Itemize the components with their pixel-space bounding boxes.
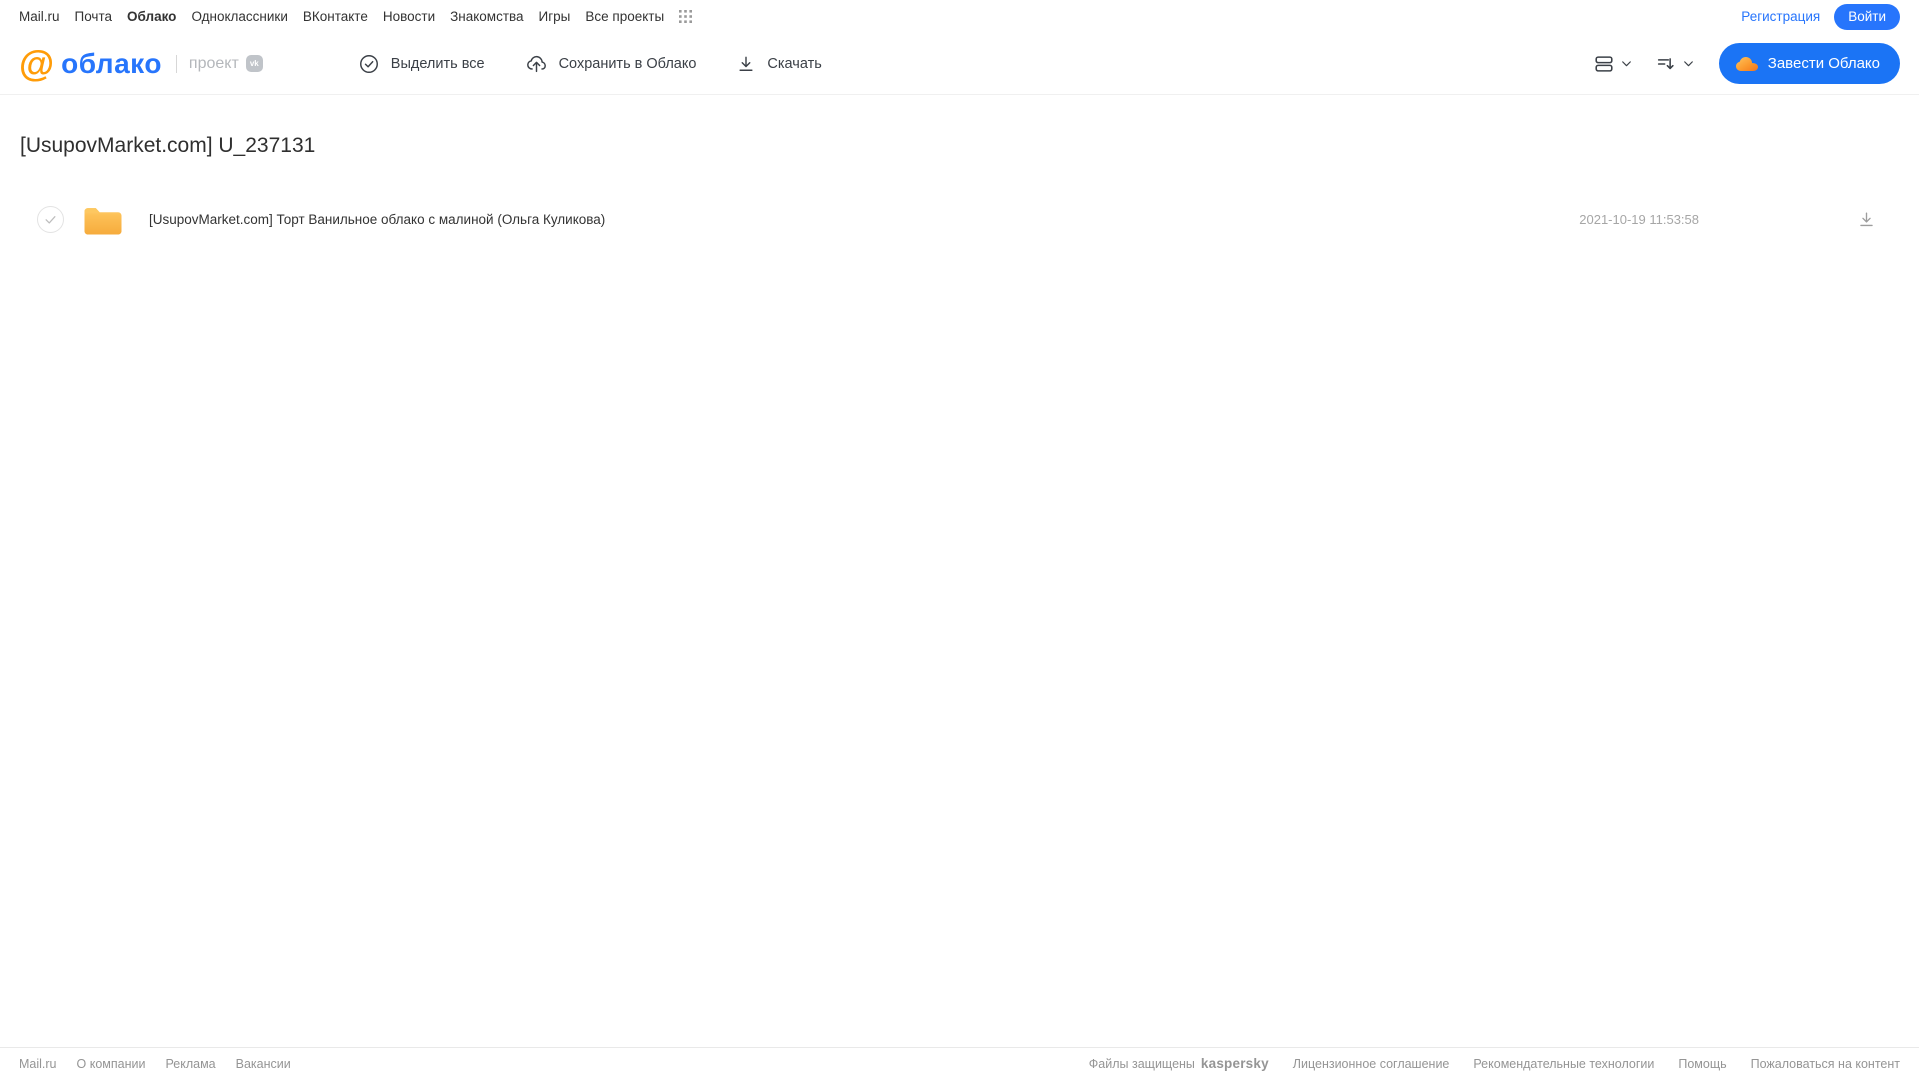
create-cloud-button[interactable]: Завести Облако [1718,43,1900,84]
portal-link-znakomstva[interactable]: Знакомства [450,9,523,24]
row-checkbox[interactable] [37,205,64,233]
footer-right-links: Файлы защищены kaspersky Лицензионное со… [1089,1056,1900,1071]
save-to-cloud-label: Сохранить в Облако [558,55,697,72]
check-circle-icon [358,53,380,75]
row-download-icon[interactable] [1857,210,1876,229]
download-button[interactable]: Скачать [736,54,822,74]
portal-link-all-projects[interactable]: Все проекты [585,9,664,24]
save-to-cloud-button[interactable]: Сохранить в Облако [525,53,697,75]
footer-link-report[interactable]: Пожаловаться на контент [1751,1057,1900,1071]
vk-project-label: проект [188,54,239,72]
cloud-icon [1735,55,1759,73]
footer: Mail.ru О компании Реклама Вакансии Файл… [0,1047,1919,1079]
footer-link-ads[interactable]: Реклама [165,1057,215,1071]
file-actions: Выделить все Сохранить в Облако Скачать [358,53,822,75]
toolbar-right-controls: Завести Облако [1593,43,1900,84]
select-all-label: Выделить все [390,55,485,72]
footer-link-about[interactable]: О компании [77,1057,146,1071]
portal-nav: Mail.ru Почта Облако Одноклассники ВКонт… [19,9,693,24]
download-icon [736,54,756,74]
portal-nav-bar: Mail.ru Почта Облако Одноклассники ВКонт… [0,0,1919,33]
portal-link-vkontakte[interactable]: ВКонтакте [303,9,368,24]
sort-icon [1655,53,1677,75]
list-view-icon [1593,53,1615,75]
view-mode-button[interactable] [1593,53,1633,75]
login-button[interactable]: Войти [1834,3,1900,30]
page-title: [UsupovMarket.com] U_237131 [20,134,316,157]
vk-logo-icon: vk [245,55,263,72]
file-date: 2021-10-19 11:53:58 [1579,211,1699,227]
logo-divider [175,54,177,73]
kaspersky-logo[interactable]: kaspersky [1201,1056,1269,1071]
cloud-logo-text: облако [61,47,162,79]
cloud-toolbar: @ облако проект vk Выделить все Сохранит… [0,33,1919,95]
file-list-area: [UsupovMarket.com] U_237131 [UsupovMarke… [0,95,1919,1047]
cloud-upload-icon [525,53,548,75]
select-all-button[interactable]: Выделить все [358,53,485,75]
chevron-down-icon [1682,57,1695,70]
folder-icon [83,203,123,236]
all-projects-grid-icon[interactable] [679,10,693,23]
portal-link-mailru[interactable]: Mail.ru [19,9,60,24]
sort-button[interactable] [1655,53,1695,75]
download-label: Скачать [767,55,822,72]
footer-link-license[interactable]: Лицензионное соглашение [1293,1057,1450,1071]
portal-link-igry[interactable]: Игры [539,9,571,24]
portal-link-novosti[interactable]: Новости [383,9,435,24]
auth-area: Регистрация Войти [1741,3,1900,30]
file-row[interactable]: [UsupovMarket.com] Торт Ванильное облако… [19,194,1900,244]
create-cloud-label: Завести Облако [1767,55,1880,72]
mailru-at-icon: @ [19,42,55,84]
chevron-down-icon [1620,57,1633,70]
footer-link-mailru[interactable]: Mail.ru [19,1057,57,1071]
registration-link[interactable]: Регистрация [1741,9,1820,24]
file-name-link[interactable]: [UsupovMarket.com] Торт Ванильное облако… [149,212,605,227]
footer-link-recommendations[interactable]: Рекомендательные технологии [1473,1057,1654,1071]
portal-link-odnoklassniki[interactable]: Одноклассники [191,9,287,24]
footer-left-links: Mail.ru О компании Реклама Вакансии [19,1057,291,1071]
files-protected-label: Файлы защищены [1088,1056,1195,1071]
kaspersky-protection: Файлы защищены kaspersky [1089,1056,1269,1071]
cloud-logo[interactable]: @ облако проект vk [19,42,263,84]
portal-link-pochta[interactable]: Почта [75,9,113,24]
portal-link-oblako[interactable]: Облако [127,9,176,24]
footer-link-jobs[interactable]: Вакансии [236,1057,291,1071]
checkmark-icon [45,215,56,224]
cloud-public-share-page: Mail.ru Почта Облако Одноклассники ВКонт… [0,0,1919,1079]
footer-link-help[interactable]: Помощь [1678,1057,1726,1071]
